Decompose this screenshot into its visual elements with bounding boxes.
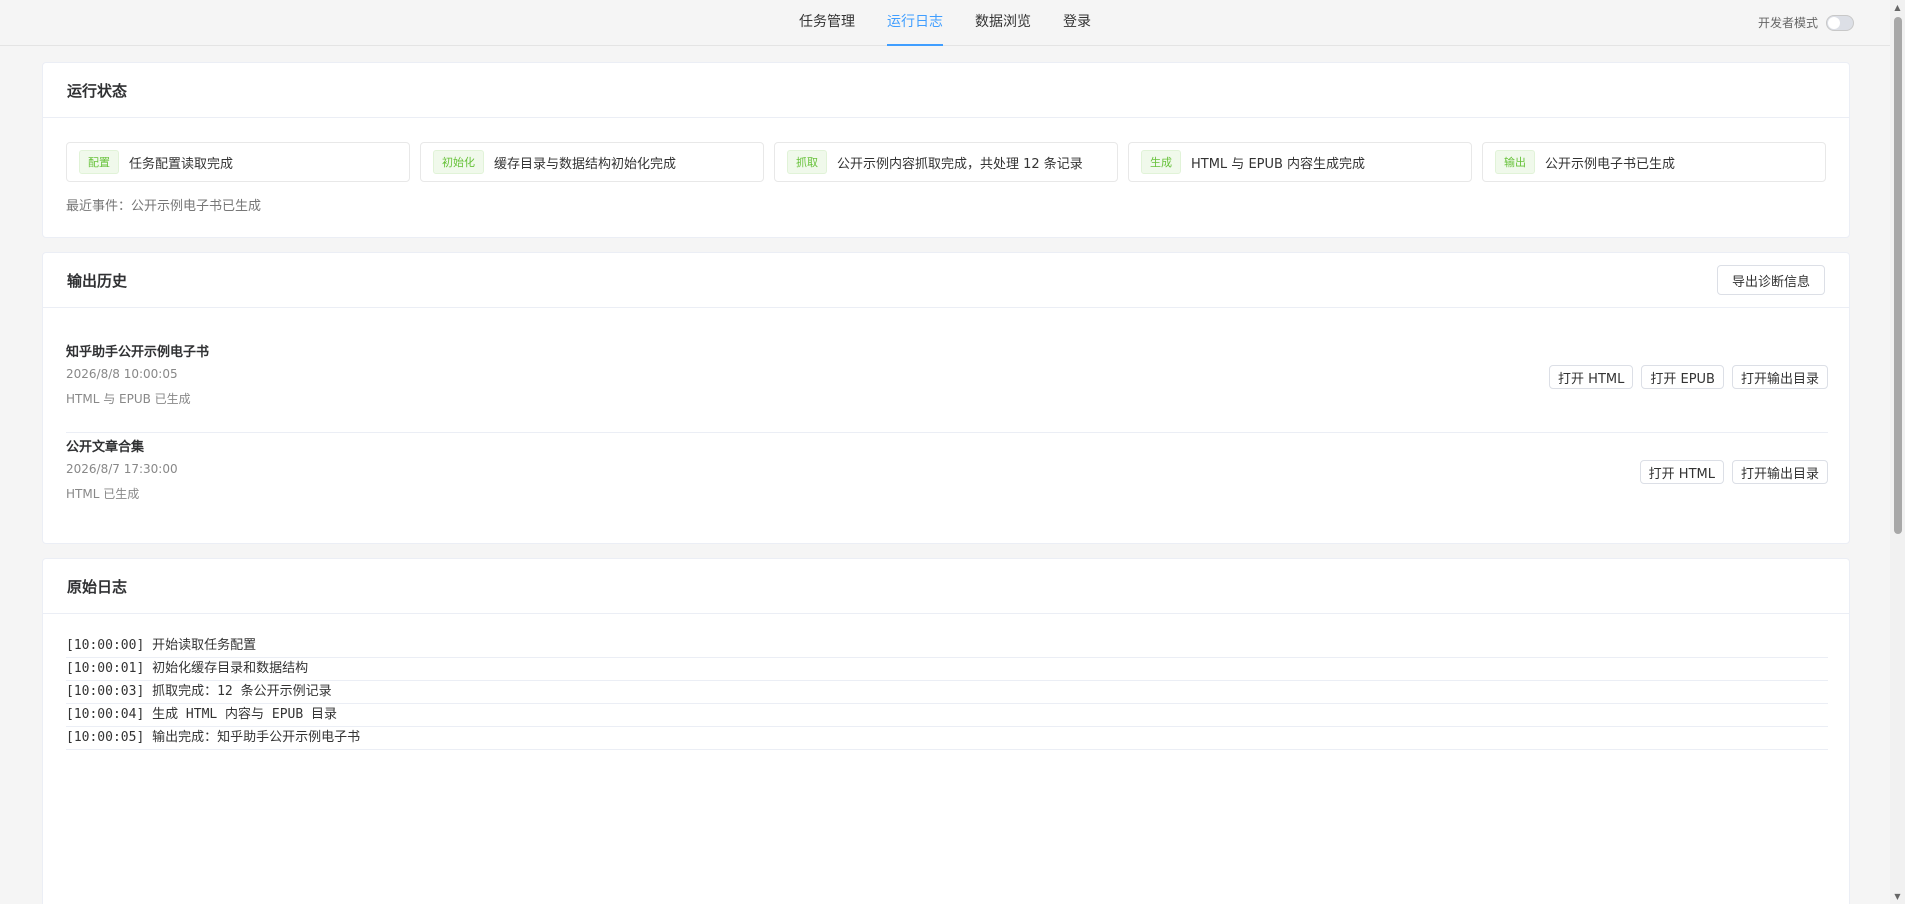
open-epub-button[interactable]: 打开 EPUB: [1641, 365, 1724, 389]
log-lines: [10:00:00] 开始读取任务配置 [10:00:01] 初始化缓存目录和数…: [66, 635, 1828, 750]
status-step: 抓取 公开示例内容抓取完成，共处理 12 条记录: [774, 142, 1118, 182]
status-step-tag: 配置: [79, 150, 119, 174]
run-status-header: 运行状态: [43, 63, 1849, 118]
history-item-actions: 打开 HTML 打开输出目录: [1639, 460, 1828, 484]
scroll-down-arrow-icon[interactable]: ▼: [1890, 889, 1905, 904]
status-step-tag: 抓取: [787, 150, 827, 174]
status-step: 配置 任务配置读取完成: [66, 142, 410, 182]
page-scrollbar[interactable]: ▲ ▼: [1890, 0, 1905, 904]
run-status-card: 运行状态 配置 任务配置读取完成 初始化 缓存目录与数据结构初始化完成 抓取 公…: [42, 62, 1850, 238]
open-output-dir-button[interactable]: 打开输出目录: [1731, 365, 1828, 389]
log-line: [10:00:01] 初始化缓存目录和数据结构: [66, 658, 1828, 681]
raw-log-header: 原始日志: [43, 559, 1849, 614]
open-output-dir-button[interactable]: 打开输出目录: [1731, 460, 1828, 484]
status-step-text: 公开示例电子书已生成: [1545, 156, 1676, 172]
output-history-card: 输出历史 导出诊断信息 知乎助手公开示例电子书 2026/8/8 10:00:0…: [42, 252, 1850, 544]
scroll-up-arrow-icon[interactable]: ▲: [1890, 0, 1905, 15]
dev-mode-control: 开发者模式: [1758, 14, 1854, 31]
status-step-tag: 生成: [1141, 150, 1181, 174]
status-step: 生成 HTML 与 EPUB 内容生成完成: [1128, 142, 1472, 182]
history-item-title: 公开文章合集: [66, 440, 145, 455]
log-line: [10:00:03] 抓取完成：12 条公开示例记录: [66, 681, 1828, 704]
history-item: 知乎助手公开示例电子书 2026/8/8 10:00:05 HTML 与 EPU…: [66, 341, 1828, 433]
status-step-text: HTML 与 EPUB 内容生成完成: [1191, 156, 1366, 172]
open-html-button[interactable]: 打开 HTML: [1549, 365, 1634, 389]
status-step-tag: 初始化: [433, 150, 484, 174]
export-diagnostics-button[interactable]: 导出诊断信息: [1716, 265, 1825, 295]
status-step: 初始化 缓存目录与数据结构初始化完成: [420, 142, 764, 182]
output-history-header: 输出历史 导出诊断信息: [43, 253, 1849, 308]
run-status-title: 运行状态: [67, 81, 128, 100]
open-html-button[interactable]: 打开 HTML: [1639, 460, 1724, 484]
nav-tabs: 任务管理 运行日志 数据浏览 登录: [0, 0, 1890, 46]
output-history-title: 输出历史: [67, 271, 128, 290]
raw-log-card: 原始日志 [10:00:00] 开始读取任务配置 [10:00:01] 初始化缓…: [42, 558, 1850, 904]
status-step-text: 任务配置读取完成: [129, 156, 234, 172]
tab-login[interactable]: 登录: [1063, 0, 1091, 46]
top-navigation-bar: 任务管理 运行日志 数据浏览 登录 开发者模式: [0, 0, 1890, 46]
log-line: [10:00:05] 输出完成：知乎助手公开示例电子书: [66, 727, 1828, 750]
status-step-text: 公开示例内容抓取完成，共处理 12 条记录: [837, 156, 1083, 172]
log-line: [10:00:04] 生成 HTML 内容与 EPUB 目录: [66, 704, 1828, 727]
tab-run-log[interactable]: 运行日志: [887, 0, 943, 46]
dev-mode-toggle[interactable]: [1826, 14, 1854, 31]
raw-log-title: 原始日志: [67, 577, 128, 596]
history-item-desc: HTML 与 EPUB 已生成: [66, 392, 191, 406]
history-item-actions: 打开 HTML 打开 EPUB 打开输出目录: [1549, 365, 1828, 389]
history-item-time: 2026/8/8 10:00:05: [66, 367, 178, 381]
log-line: [10:00:00] 开始读取任务配置: [66, 635, 1828, 658]
scrollbar-thumb[interactable]: [1894, 17, 1902, 534]
tab-data-browse[interactable]: 数据浏览: [975, 0, 1031, 46]
tab-task-management[interactable]: 任务管理: [799, 0, 855, 46]
status-step-text: 缓存目录与数据结构初始化完成: [494, 156, 677, 172]
status-step: 输出 公开示例电子书已生成: [1482, 142, 1826, 182]
history-item-desc: HTML 已生成: [66, 487, 140, 501]
status-step-tag: 输出: [1495, 150, 1535, 174]
history-item-title: 知乎助手公开示例电子书: [66, 345, 210, 360]
recent-event: 最近事件：公开示例电子书已生成: [66, 199, 262, 214]
history-item: 公开文章合集 2026/8/7 17:30:00 HTML 已生成 打开 HTM…: [66, 436, 1828, 528]
dev-mode-label: 开发者模式: [1757, 16, 1818, 30]
status-steps: 配置 任务配置读取完成 初始化 缓存目录与数据结构初始化完成 抓取 公开示例内容…: [66, 142, 1826, 182]
history-item-time: 2026/8/7 17:30:00: [66, 462, 178, 476]
